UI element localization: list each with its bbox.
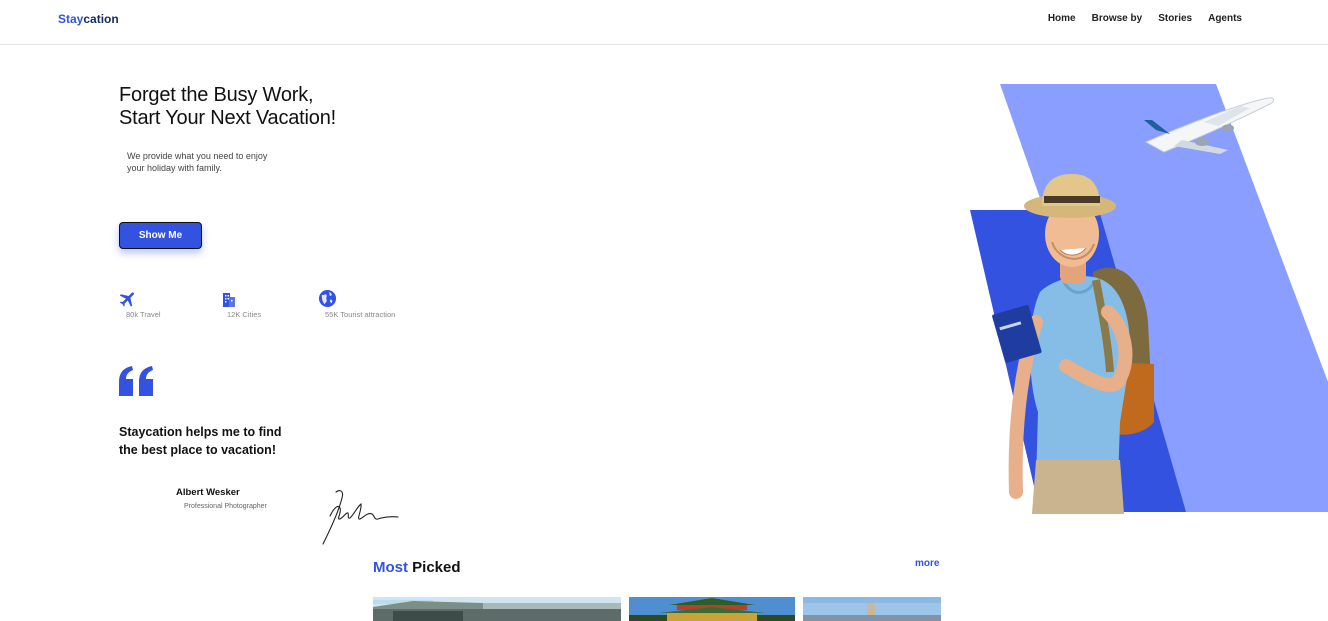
more-link[interactable]: more: [915, 558, 939, 569]
headline-line-1: Forget the Busy Work,: [119, 84, 314, 106]
testimonial-role: Professional Photographer: [184, 503, 267, 510]
stat-travel: 80k Travel: [118, 289, 161, 319]
most-picked-rest: Picked: [412, 559, 461, 576]
most-picked-accent: Most: [373, 559, 408, 576]
most-picked-card-1[interactable]: [373, 597, 621, 621]
logo-accent-text: Stay: [58, 12, 84, 26]
testimonial-quote: Staycation helps me to find the best pla…: [119, 423, 319, 459]
testimonial-author: Albert Wesker: [176, 487, 240, 498]
nav-browse-by-link[interactable]: Browse by: [1092, 13, 1143, 24]
quote-icon: [119, 366, 153, 396]
show-me-button[interactable]: Show Me: [119, 222, 202, 249]
headline-line-2: Start Your Next Vacation!: [119, 107, 336, 129]
subtext-line-1: We provide what you need to enjoy: [127, 151, 268, 161]
hero-headline: Forget the Busy Work, Start Your Next Va…: [119, 84, 336, 130]
subtext-line-2: your holiday with family.: [127, 163, 222, 173]
nav-home-link[interactable]: Home: [1048, 13, 1076, 24]
card-3-image: [803, 597, 941, 621]
top-navbar: Staycation Home Browse by Stories Agents: [0, 0, 1328, 45]
stat-attractions-label: 55K Tourist attraction: [325, 310, 396, 319]
nav-agents-link[interactable]: Agents: [1208, 13, 1242, 24]
stat-cities-label: 12K Cities: [227, 310, 262, 319]
testimonial-line-2: the best place to vacation!: [119, 443, 276, 457]
stat-travel-label: 80k Travel: [126, 310, 161, 319]
main-nav: Home Browse by Stories Agents: [1048, 13, 1242, 24]
card-1-image: [373, 597, 621, 621]
hero-image: [970, 84, 1328, 514]
hero-subtext: We provide what you need to enjoy your h…: [127, 150, 307, 174]
logo-rest-text: cation: [83, 12, 119, 26]
most-picked-card-2[interactable]: [629, 597, 795, 621]
nav-stories-link[interactable]: Stories: [1158, 13, 1192, 24]
city-icon: [223, 293, 235, 307]
signature-image: [322, 490, 399, 545]
stat-attractions: 55K Tourist attraction: [318, 289, 395, 319]
globe-icon: [318, 289, 337, 308]
most-picked-card-3[interactable]: [803, 597, 941, 621]
stat-cities: 12K Cities: [220, 289, 261, 319]
most-picked-title: Most Picked: [373, 559, 461, 576]
brand-logo[interactable]: Staycation: [58, 12, 119, 26]
card-2-image: [629, 597, 795, 621]
testimonial-line-1: Staycation helps me to find: [119, 425, 282, 439]
airplane-icon: [119, 292, 134, 307]
